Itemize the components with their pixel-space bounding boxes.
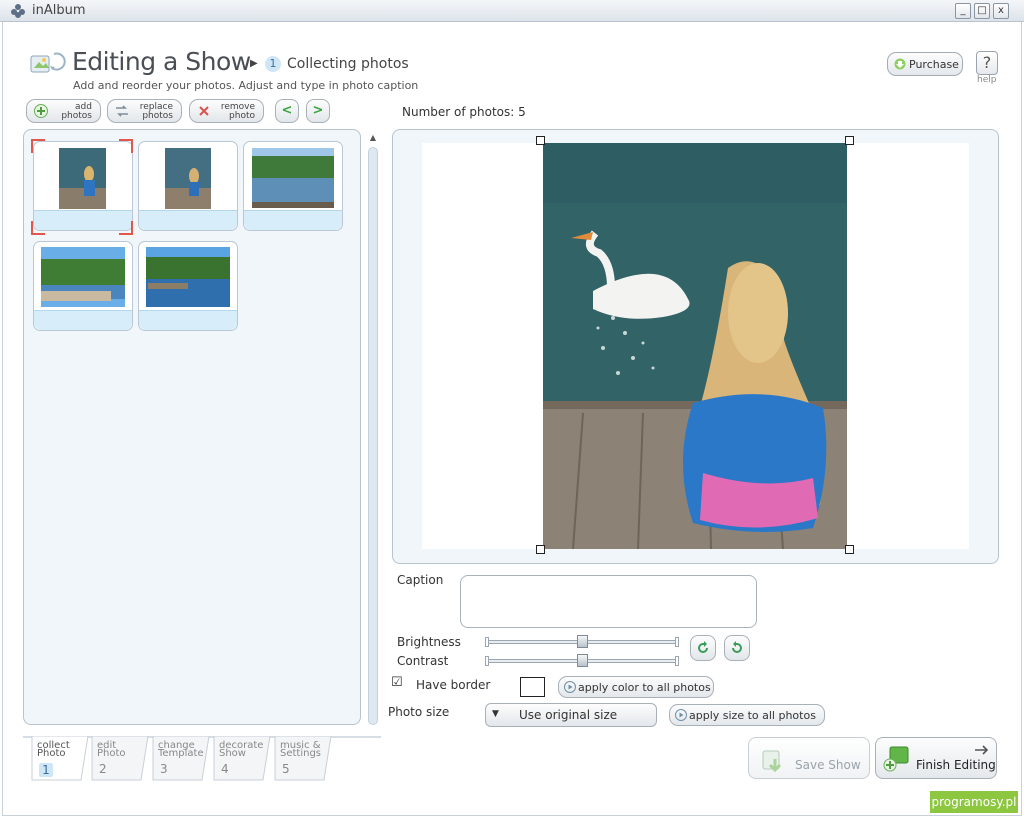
- photo-size-label: Photo size: [388, 705, 450, 719]
- remove-photo-label-2: photo: [229, 111, 255, 121]
- page-title: Editing a Show: [72, 47, 251, 76]
- page-subtitle: Add and reorder your photos. Adjust and …: [73, 79, 419, 92]
- swap-arrows-icon: [116, 105, 128, 117]
- add-icon: [34, 104, 48, 118]
- download-arrow-icon: [894, 58, 906, 70]
- reset-adjustments-button[interactable]: [690, 635, 716, 661]
- selection-corner: [31, 221, 45, 235]
- crop-handle-top-right[interactable]: [845, 136, 854, 145]
- tab-step-5[interactable]: music & Settings 5: [274, 736, 332, 781]
- caption-input[interactable]: [460, 575, 757, 628]
- purchase-button[interactable]: Purchase: [887, 52, 963, 76]
- tab-label-bottom: Settings: [280, 748, 322, 759]
- selection-corner: [31, 139, 45, 153]
- thumbnail-scrollbar[interactable]: ▲: [367, 133, 379, 725]
- scroll-up-icon[interactable]: ▲: [367, 133, 379, 145]
- brightness-label: Brightness: [397, 635, 461, 649]
- apply-adjustments-button[interactable]: [724, 635, 750, 661]
- have-border-checkbox[interactable]: ☑: [391, 676, 404, 689]
- app-title: inAlbum: [32, 3, 86, 18]
- arrow-right-icon: [975, 745, 989, 755]
- selection-corner: [119, 139, 133, 153]
- have-border-label: Have border: [416, 678, 491, 692]
- photo-thumbnail-5[interactable]: [138, 241, 238, 331]
- tab-number: 1: [39, 763, 53, 777]
- preview-photo-image: [543, 143, 847, 549]
- photo-lake-image: [252, 148, 334, 208]
- replace-photos-button[interactable]: replace photos: [107, 99, 182, 123]
- photo-pier-image: [146, 247, 230, 307]
- remove-x-icon: [199, 106, 209, 116]
- refresh-icon: [732, 641, 742, 653]
- step-label: Collecting photos: [287, 56, 409, 72]
- caption-label: Caption: [397, 573, 444, 587]
- photo-thumbnail-3[interactable]: [243, 141, 343, 231]
- finish-editing-button[interactable]: Finish Editing: [875, 737, 997, 779]
- photo-girl-dock-image: [165, 148, 211, 209]
- purchase-label: Purchase: [909, 58, 959, 71]
- apply-color-all-button[interactable]: apply color to all photos: [558, 676, 714, 698]
- play-icon: [675, 709, 687, 721]
- apply-size-label: apply size to all photos: [689, 709, 816, 722]
- tab-step-3[interactable]: change Template 3: [152, 736, 210, 781]
- tab-label-bottom: Photo: [37, 748, 66, 759]
- step-number-badge: 1: [265, 56, 281, 72]
- photo-size-value: Use original size: [519, 708, 618, 722]
- help-label: help: [977, 75, 997, 85]
- apply-size-all-button[interactable]: apply size to all photos: [669, 704, 825, 726]
- contrast-slider[interactable]: [485, 654, 679, 667]
- photo-size-dropdown[interactable]: ▼ Use original size: [485, 703, 657, 727]
- photo-thumbnail-1[interactable]: [33, 141, 133, 231]
- tab-label-bottom: Show: [219, 748, 246, 759]
- tab-number: 3: [160, 762, 168, 776]
- photo-swan-girl-image: [59, 148, 106, 209]
- tab-label-bottom: Template: [158, 748, 204, 759]
- dropdown-arrow-icon: ▼: [492, 709, 499, 719]
- tab-step-2[interactable]: edit Photo 2: [91, 736, 149, 781]
- tab-step-1[interactable]: collect Photo 1: [31, 736, 89, 781]
- finish-editing-label: Finish Editing: [916, 758, 996, 772]
- border-color-swatch[interactable]: [520, 677, 545, 697]
- minimize-button[interactable]: _: [955, 3, 971, 19]
- remove-photo-button[interactable]: remove photo: [189, 99, 264, 123]
- move-left-button[interactable]: <: [275, 99, 299, 123]
- help-button[interactable]: ?: [976, 51, 998, 75]
- crop-handle-top-left[interactable]: [536, 136, 545, 145]
- add-photos-button[interactable]: add photos: [26, 99, 101, 123]
- tab-number: 2: [99, 762, 107, 776]
- save-show-button[interactable]: Save Show: [748, 737, 870, 779]
- save-show-label: Save Show: [795, 758, 861, 772]
- scroll-track[interactable]: [368, 147, 378, 725]
- move-right-button[interactable]: >: [306, 99, 330, 123]
- tab-step-4[interactable]: decorate Show 4: [213, 736, 271, 781]
- photo-thumbnail-4[interactable]: [33, 241, 133, 331]
- apply-color-label: apply color to all photos: [578, 681, 711, 694]
- add-photos-label-2: photos: [61, 111, 92, 121]
- photo-lakeshore-image: [41, 247, 125, 307]
- selection-corner: [119, 221, 133, 235]
- brightness-slider[interactable]: [485, 635, 679, 648]
- finish-editing-icon: [883, 746, 909, 772]
- tab-number: 5: [282, 762, 290, 776]
- tab-number: 4: [221, 762, 229, 776]
- brightness-slider-knob[interactable]: [576, 635, 588, 648]
- replace-photos-label-2: photos: [142, 111, 173, 121]
- watermark: programosy.pl: [930, 791, 1018, 813]
- play-icon: [564, 681, 576, 693]
- rotate-left-icon: [698, 641, 708, 653]
- tab-label-bottom: Photo: [97, 748, 126, 759]
- crop-handle-bottom-right[interactable]: [845, 545, 854, 554]
- photo-thumbnail-2[interactable]: [138, 141, 238, 231]
- photos-editing-icon: [30, 52, 66, 73]
- crop-handle-bottom-left[interactable]: [536, 545, 545, 554]
- save-icon: [762, 750, 782, 773]
- maximize-button[interactable]: □: [974, 3, 990, 19]
- app-logo-icon: [11, 4, 25, 18]
- contrast-label: Contrast: [397, 654, 449, 668]
- title-bar: inAlbum _ □ x: [0, 0, 1024, 22]
- contrast-slider-knob[interactable]: [576, 654, 588, 667]
- breadcrumb-arrow-icon: ▶: [250, 58, 258, 69]
- close-button[interactable]: x: [993, 3, 1009, 19]
- photo-count: Number of photos: 5: [402, 105, 526, 119]
